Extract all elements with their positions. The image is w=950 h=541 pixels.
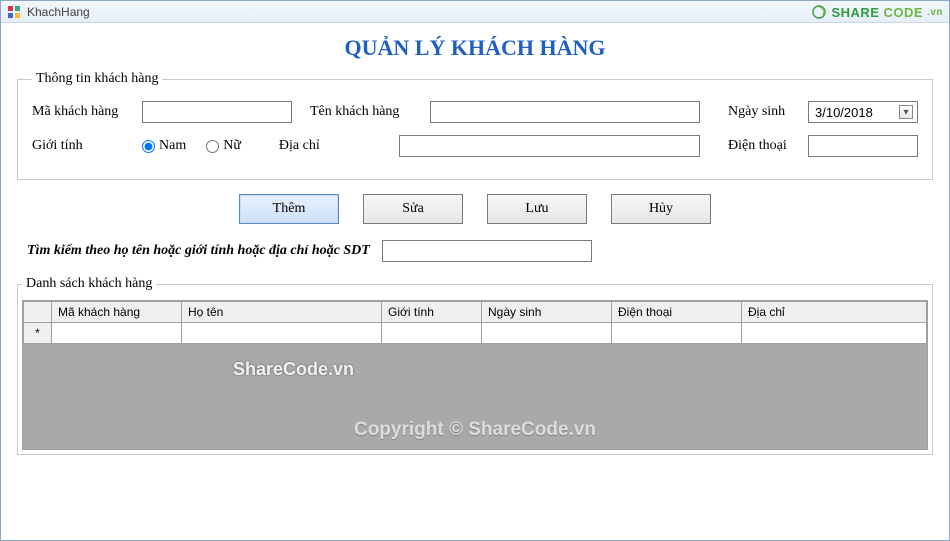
customer-table[interactable]: Mã khách hàng Họ tên Giới tính Ngày sinh… xyxy=(23,301,927,344)
window-title: KhachHang xyxy=(27,5,90,19)
brand-watermark: SHARECODE.vn xyxy=(811,1,943,23)
watermark-grid: ShareCode.vn xyxy=(233,359,354,380)
save-button[interactable]: Lưu xyxy=(487,194,587,224)
row-1: Mã khách hàng Tên khách hàng Ngày sinh 3… xyxy=(32,101,918,123)
label-address: Địa chỉ xyxy=(279,138,389,154)
col-phone[interactable]: Điện thoại xyxy=(612,302,742,323)
row-2: Giới tính Nam Nữ Địa chỉ Điện thoại xyxy=(32,135,918,157)
new-row-marker: * xyxy=(24,323,52,344)
customer-info-legend: Thông tin khách hàng xyxy=(32,71,162,87)
cancel-button[interactable]: Hủy xyxy=(611,194,711,224)
label-customer-id: Mã khách hàng xyxy=(32,104,132,120)
calendar-dropdown-icon[interactable]: ▾ xyxy=(899,105,913,119)
radio-gender-male[interactable]: Nam xyxy=(142,138,186,154)
label-gender: Giới tính xyxy=(32,138,132,154)
customer-grid[interactable]: Mã khách hàng Họ tên Giới tính Ngày sinh… xyxy=(22,300,928,450)
cell[interactable] xyxy=(52,323,182,344)
table-new-row[interactable]: * xyxy=(24,323,927,344)
col-gender[interactable]: Giới tính xyxy=(382,302,482,323)
input-address[interactable] xyxy=(399,135,700,157)
radio-gender-male-input[interactable] xyxy=(142,140,155,153)
add-button[interactable]: Thêm xyxy=(239,194,339,224)
search-input[interactable] xyxy=(382,240,592,262)
label-dob: Ngày sinh xyxy=(728,104,798,120)
app-icon xyxy=(7,5,21,19)
label-customer-name: Tên khách hàng xyxy=(310,104,420,120)
customer-info-group: Thông tin khách hàng Mã khách hàng Tên k… xyxy=(17,71,933,180)
dob-value: 3/10/2018 xyxy=(815,105,873,120)
input-dob[interactable]: 3/10/2018 ▾ xyxy=(808,101,918,123)
customer-list-legend: Danh sách khách hàng xyxy=(22,276,156,292)
button-bar: Thêm Sửa Lưu Hủy xyxy=(11,194,939,224)
search-line: Tìm kiếm theo họ tên hoặc giới tính hoặc… xyxy=(27,240,923,262)
edit-button[interactable]: Sửa xyxy=(363,194,463,224)
cell[interactable] xyxy=(182,323,382,344)
col-dob[interactable]: Ngày sinh xyxy=(482,302,612,323)
col-name[interactable]: Họ tên xyxy=(182,302,382,323)
page-title: QUẢN LÝ KHÁCH HÀNG xyxy=(11,35,939,61)
titlebar[interactable]: KhachHang SHARECODE.vn xyxy=(1,1,949,23)
radio-gender-male-label: Nam xyxy=(159,138,186,154)
radio-gender-female[interactable]: Nữ xyxy=(206,138,241,154)
cell[interactable] xyxy=(382,323,482,344)
window-frame: KhachHang SHARECODE.vn QUẢN LÝ KHÁCH HÀN… xyxy=(0,0,950,541)
input-customer-name[interactable] xyxy=(430,101,700,123)
customer-list-group: Danh sách khách hàng Mã khách hàng Họ tê… xyxy=(17,276,933,455)
row-header-blank xyxy=(24,302,52,323)
table-header-row: Mã khách hàng Họ tên Giới tính Ngày sinh… xyxy=(24,302,927,323)
col-address[interactable]: Địa chỉ xyxy=(742,302,927,323)
radio-gender-female-label: Nữ xyxy=(223,138,241,154)
search-label: Tìm kiếm theo họ tên hoặc giới tính hoặc… xyxy=(27,243,370,259)
col-id[interactable]: Mã khách hàng xyxy=(52,302,182,323)
client-area: QUẢN LÝ KHÁCH HÀNG Thông tin khách hàng … xyxy=(1,23,949,540)
radio-gender-female-input[interactable] xyxy=(206,140,219,153)
label-phone: Điện thoại xyxy=(728,138,798,154)
watermark-copyright: Copyright © ShareCode.vn xyxy=(23,419,927,441)
input-customer-id[interactable] xyxy=(142,101,292,123)
cell[interactable] xyxy=(482,323,612,344)
input-phone[interactable] xyxy=(808,135,918,157)
cell[interactable] xyxy=(742,323,927,344)
cell[interactable] xyxy=(612,323,742,344)
